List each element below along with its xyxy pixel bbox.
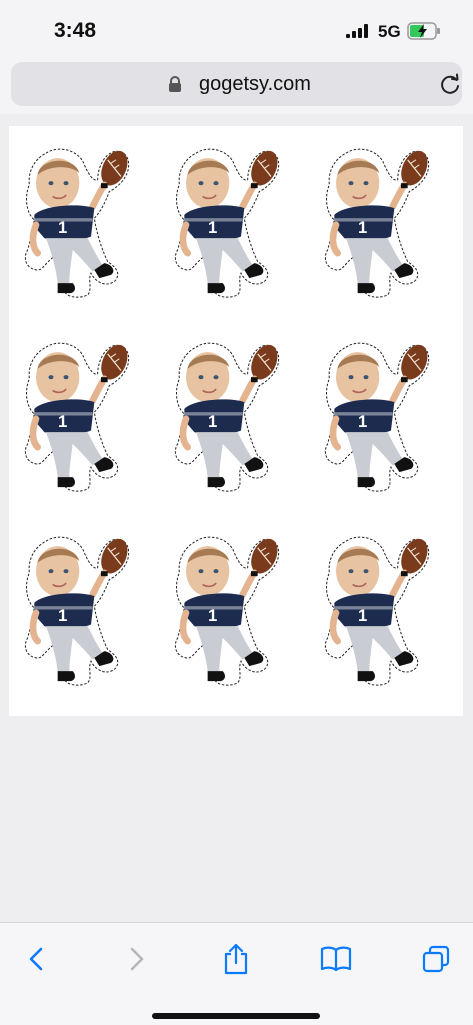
tabs-icon <box>422 945 450 973</box>
status-bar: 3:48 5G <box>0 0 473 58</box>
player-sticker-8 <box>171 522 281 702</box>
network-type: 5G <box>378 22 401 41</box>
bookmarks-button[interactable] <box>314 939 358 979</box>
address-bar-area: gogetsy.com <box>0 58 473 114</box>
lock-icon <box>169 76 181 92</box>
tabs-button[interactable] <box>414 939 458 979</box>
forward-icon <box>130 947 144 971</box>
reload-icon[interactable] <box>439 73 461 95</box>
share-button[interactable] <box>214 939 258 979</box>
back-button[interactable] <box>14 939 58 979</box>
cellular-signal-icon <box>346 24 368 38</box>
player-sticker-2 <box>171 134 281 314</box>
url-text[interactable]: gogetsy.com <box>199 73 311 96</box>
forward-button[interactable] <box>115 939 159 979</box>
player-sticker-3 <box>321 134 431 314</box>
web-content: 1 <box>0 114 473 922</box>
status-time: 3:48 <box>54 19 97 42</box>
bookmarks-icon <box>320 946 352 972</box>
address-bar[interactable]: gogetsy.com <box>11 62 462 106</box>
player-sticker-7 <box>21 522 131 702</box>
player-sticker-5 <box>171 328 281 508</box>
sticker-sheet: 1 <box>9 126 463 716</box>
back-icon <box>29 947 43 971</box>
player-sticker-4 <box>21 328 131 508</box>
player-sticker-1 <box>21 134 131 314</box>
share-icon <box>224 943 248 975</box>
player-sticker-9 <box>321 522 431 702</box>
battery-charging-icon <box>407 22 440 40</box>
player-sticker-6 <box>321 328 431 508</box>
home-indicator[interactable] <box>152 1013 320 1019</box>
browser-toolbar <box>0 922 473 1025</box>
